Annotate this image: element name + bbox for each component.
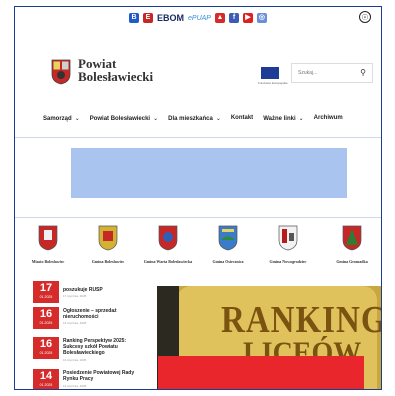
gmina-miasto-boleslawiec[interactable]: Miasto Bolesławiec	[23, 225, 73, 264]
search-placeholder: Szukaj...	[298, 70, 318, 76]
nav-item-dla-mieszkanca[interactable]: Dla mieszkańca ⌄	[168, 115, 221, 122]
crest-icon	[342, 225, 362, 251]
accessibility-icon[interactable]: ☉	[359, 11, 371, 23]
news-date-badge: 14 01.2025	[33, 369, 59, 389]
chevron-down-icon: ⌄	[153, 116, 159, 122]
main-navigation: Samorząd ⌄ Powiat Bolesławiecki ⌄ Dla mies…	[43, 115, 353, 122]
gminy-strip: Miasto Bolesławiec Gmina Bolesławiec Gmi…	[15, 225, 381, 265]
crest-icon	[158, 225, 178, 251]
gmina-osiecznica[interactable]: Gmina Osiecznica	[203, 225, 253, 264]
news-date-badge: 16 01.2025	[33, 307, 59, 329]
news-item[interactable]: 17 01.2025 poszukuje RUSP 17 stycznia, 20…	[33, 281, 143, 307]
banner-placeholder[interactable]	[71, 148, 347, 198]
facebook-icon[interactable]: f	[228, 13, 239, 23]
gmina-gromadka[interactable]: Gmina Gromadka	[327, 225, 377, 264]
divider	[15, 137, 381, 138]
crest-icon	[38, 225, 58, 251]
crest-icon	[98, 225, 118, 251]
ebom-logo-icon[interactable]: E	[143, 13, 154, 23]
nav-item-archiwum[interactable]: Archiwum	[314, 115, 343, 122]
news-date: 17 stycznia, 2025	[63, 294, 87, 298]
redacted-overlay	[158, 356, 364, 389]
nav-item-wazne-linki[interactable]: Ważne linki ⌄	[263, 115, 303, 122]
bip-icon[interactable]: B	[129, 13, 140, 23]
nav-item-kontakt[interactable]: Kontakt	[231, 115, 253, 122]
chevron-down-icon: ⌄	[298, 116, 304, 122]
divider	[15, 217, 381, 218]
ebom-link[interactable]: EBOM	[157, 13, 184, 23]
news-date: 16 stycznia, 2025	[63, 321, 87, 325]
news-title[interactable]: poszukuje RUSP	[63, 287, 143, 293]
gmina-warta-boleslawiecka[interactable]: Gmina Warta Bolesławiecka	[143, 225, 193, 264]
browser-viewport: B E EBOM ePUAP ▲ f ▶ ◎ ☉ Powiat Bolesław…	[14, 6, 382, 390]
site-title-line2[interactable]: Bolesławiecki	[78, 70, 153, 83]
news-item[interactable]: 16 01.2025 Ranking Perspektyw 2025: Sukce…	[33, 337, 143, 363]
chevron-down-icon: ⌄	[215, 116, 221, 122]
news-title[interactable]: Ranking Perspektyw 2025: Sukcesy szkół P…	[63, 338, 143, 356]
news-date-badge: 17 01.2025	[33, 281, 59, 303]
eu-caption: Fundusze Europejskie	[258, 81, 288, 85]
chevron-down-icon: ⌄	[74, 116, 80, 122]
news-item[interactable]: 16 01.2025 Ogłoszenie – sprzedaż nierucho…	[33, 307, 143, 333]
news-date: 16 stycznia, 2025	[63, 358, 87, 362]
site-header: Powiat Bolesławiecki Fundusze Europejski…	[15, 37, 381, 97]
news-title[interactable]: Posiedzenie Powiatowej Rady Rynku Pracy	[63, 370, 143, 382]
crest-icon	[278, 225, 298, 251]
news-title[interactable]: Ogłoszenie – sprzedaż nieruchomości	[63, 308, 143, 320]
news-item[interactable]: 14 01.2025 Posiedzenie Powiatowej Rady Ry…	[33, 369, 143, 389]
search-icon[interactable]: ⚲	[360, 64, 366, 82]
powiat-crest-icon[interactable]	[51, 59, 71, 85]
search-input[interactable]: Szukaj... ⚲	[291, 63, 373, 83]
instagram-icon[interactable]: ◎	[256, 13, 267, 23]
news-date: 14 stycznia, 2025	[63, 384, 87, 388]
youtube-icon[interactable]: ▶	[242, 13, 253, 23]
news-date-badge: 16 01.2025	[33, 337, 59, 359]
epuap-link[interactable]: ePUAP	[188, 15, 211, 22]
eu-flag-icon[interactable]	[261, 67, 279, 79]
flag-icon[interactable]: ▲	[214, 13, 225, 23]
gmina-boleslawiec[interactable]: Gmina Bolesławiec	[83, 225, 133, 264]
crest-icon	[218, 225, 238, 251]
nav-item-samorzad[interactable]: Samorząd ⌄	[43, 115, 80, 122]
nav-item-powiat[interactable]: Powiat Bolesławiecki ⌄	[90, 115, 158, 122]
top-links-bar: B E EBOM ePUAP ▲ f ▶ ◎	[15, 7, 381, 29]
gmina-nowogrodziec[interactable]: Gmina Nowogrodziec	[263, 225, 313, 264]
